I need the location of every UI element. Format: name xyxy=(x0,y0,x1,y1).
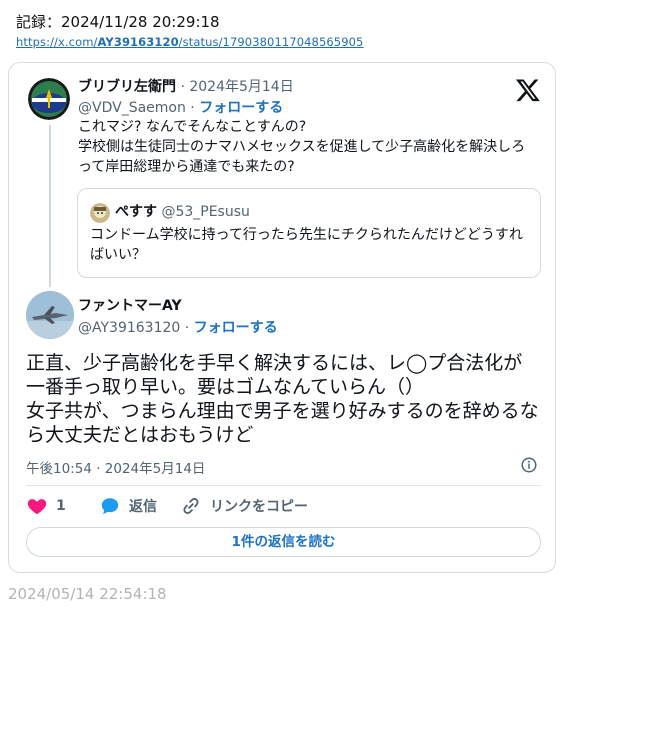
tweet-timestamp[interactable]: 午後10:54 · 2024年5月14日 xyxy=(26,457,205,477)
like-count: 1 xyxy=(56,498,66,514)
author-handle[interactable]: @VDV_Saemon xyxy=(78,100,186,116)
thread-line xyxy=(49,125,51,287)
follow-button[interactable]: フォローする xyxy=(194,320,278,336)
inner-quote-header: ぺすす @53_PEsusu xyxy=(115,201,250,221)
avatar xyxy=(90,203,110,223)
link-icon xyxy=(183,498,199,514)
author-name[interactable]: ブリブリ左衛門 xyxy=(78,79,176,95)
divider xyxy=(26,485,541,486)
separator: · xyxy=(180,320,194,336)
author-handle: @53_PEsusu xyxy=(157,204,250,220)
inner-quote-text: コンドーム学校に持って行ったら先生にチクられたんだけどどうすればいい？ xyxy=(90,227,523,263)
quoted-tweet-header: ブリブリ左衛門 · 2024年5月14日 xyxy=(78,76,294,96)
reply-label: 返信 xyxy=(129,499,157,515)
follow-button[interactable]: フォローする xyxy=(199,100,283,116)
main-tweet-text: 正直、少子高齢化を手早く解決するには、レ◯プ合法化が一番手っ取り早い。要はゴムな… xyxy=(26,352,539,446)
author-name[interactable]: ファントマーAY xyxy=(78,298,182,314)
x-logo-icon[interactable] xyxy=(515,77,541,103)
copy-link-button[interactable]: リンクをコピー xyxy=(180,495,308,517)
inner-quote-card[interactable]: ぺすす @53_PEsusu コンドーム学校に持って行ったら先生にチクられたんだ… xyxy=(77,188,541,278)
main-tweet-header: ファントマーAY xyxy=(78,295,182,315)
tweet-card: ブリブリ左衛門 · 2024年5月14日 @VDV_Saemon · フォローす… xyxy=(8,62,556,573)
reply-button[interactable]: 返信 xyxy=(99,495,157,517)
quoted-tweet-subheader: @VDV_Saemon · フォローする xyxy=(78,97,283,117)
heart-icon xyxy=(27,499,47,515)
author-name: ぺすす xyxy=(115,204,157,220)
avatar[interactable] xyxy=(26,291,74,339)
info-icon[interactable] xyxy=(520,456,538,474)
record-timestamp: 記録：2024/11/28 20:29:18 xyxy=(16,13,220,31)
like-button[interactable]: 1 xyxy=(26,495,66,517)
copy-link-label: リンクをコピー xyxy=(210,499,308,515)
reply-icon xyxy=(101,498,119,515)
avatar[interactable] xyxy=(28,78,70,120)
url-suffix: /status/1790380117048565905 xyxy=(178,35,364,49)
footer-timestamp: 2024/05/14 22:54:18 xyxy=(8,585,167,603)
separator: · xyxy=(185,100,200,116)
tweet-url-link[interactable]: https://x.com/AY39163120/status/17903801… xyxy=(16,35,363,49)
tweet-date[interactable]: · 2024年5月14日 xyxy=(176,79,293,95)
quoted-tweet-text: これマジ? なんでそんなことすんの? 学校側は生徒同士のナマハメセックスを促進し… xyxy=(78,119,526,175)
author-handle[interactable]: @AY39163120 xyxy=(78,320,180,336)
main-tweet-subheader: @AY39163120 · フォローする xyxy=(78,317,278,337)
url-prefix: https://x.com/ xyxy=(16,35,98,49)
read-replies-button[interactable]: 1件の返信を読む xyxy=(26,527,541,557)
url-user: AY39163120 xyxy=(97,35,179,49)
